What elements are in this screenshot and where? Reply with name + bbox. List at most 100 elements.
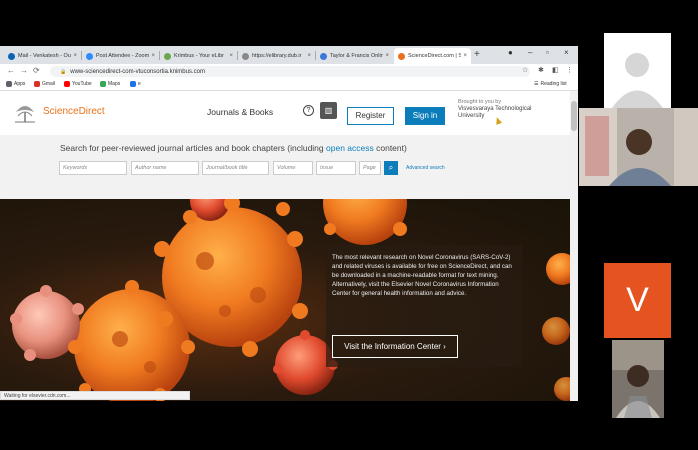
issue-input[interactable]: Issue [316, 161, 356, 175]
zoom-icon [86, 52, 93, 60]
close-icon[interactable]: × [385, 53, 389, 59]
tab-label: ScienceDirect.com | S [408, 53, 462, 59]
screen: Mail - Venkatesh - Ou × Post Attendee - … [0, 0, 698, 450]
apps-icon [6, 81, 12, 87]
visit-info-center-button[interactable]: Visit the Information Center › [332, 335, 458, 358]
sciencedirect-logo-text[interactable]: ScienceDirect [43, 106, 105, 117]
tab-elibrary[interactable]: https://elibrary.dub.ir × [238, 48, 315, 64]
search-heading-text-end: content) [373, 143, 407, 153]
youtube-icon [64, 81, 70, 87]
sciencedirect-icon [398, 52, 405, 60]
journal-title-input[interactable]: Journal/book title [202, 161, 269, 175]
tab-mail[interactable]: Mail - Venkatesh - Ou × [4, 48, 81, 64]
page-scrollbar[interactable] [570, 91, 578, 401]
tab-label: Post Attendee - Zoom [96, 53, 150, 59]
maps-icon [100, 81, 106, 87]
bookmark-label: YouTube [72, 81, 92, 87]
address-bar[interactable]: 🔒 www-sciencedirect-com-vtuconsortia.kni… [50, 66, 530, 77]
profile-icon[interactable]: ● [508, 48, 513, 57]
page-content: ScienceDirect Journals & Books ? ▥ Regis… [0, 91, 570, 401]
search-heading-text: Search for peer-reviewed journal article… [60, 143, 327, 153]
participant-tile-video-2[interactable] [612, 340, 664, 418]
tab-sciencedirect[interactable]: ScienceDirect.com | S × [394, 48, 471, 64]
search-button[interactable]: ⌕ [384, 161, 398, 175]
bookmark-youtube[interactable]: YouTube [64, 81, 92, 87]
advanced-search-link[interactable]: Advanced search [406, 165, 445, 171]
search-section: Search for peer-reviewed journal article… [0, 135, 570, 199]
tab-strip: Mail - Venkatesh - Ou × Post Attendee - … [0, 46, 578, 64]
participant-tile-video-1[interactable] [579, 108, 698, 186]
close-window-icon[interactable]: × [564, 48, 569, 57]
journals-books-link[interactable]: Journals & Books [207, 107, 273, 117]
keywords-input[interactable]: Keywords [59, 161, 127, 175]
tab-taylor-francis[interactable]: Taylor & Francis Onlin × [316, 48, 393, 64]
lock-icon: 🔒 [60, 68, 67, 75]
mail-icon [8, 52, 15, 60]
tab-label: Krimbus - Your eLibr [174, 53, 224, 59]
reading-list[interactable]: ☰ Reading list [534, 81, 567, 87]
reading-list-icon: ☰ [534, 81, 539, 87]
institution-icon[interactable]: ▥ [320, 102, 337, 119]
forward-icon[interactable]: → [20, 66, 28, 75]
browser-toolbar: ← → ⟳ 🔒 www-sciencedirect-com-vtuconsort… [0, 64, 578, 79]
participant-video [612, 340, 664, 418]
tab-knimbus[interactable]: Krimbus - Your eLibr × [160, 48, 237, 64]
bookmark-apps[interactable]: Apps [6, 81, 25, 87]
elsevier-logo-icon[interactable] [12, 100, 38, 124]
bookmark-label: e [138, 81, 141, 87]
signin-button[interactable]: Sign in [405, 107, 445, 125]
bookmark-label: Apps [14, 81, 26, 87]
author-input[interactable]: Author name [131, 161, 199, 175]
participant-tile-initial[interactable]: V [604, 263, 671, 338]
covid-info-paragraph-1: The most relevant research on Novel Coro… [332, 254, 512, 279]
scrollbar-thumb[interactable] [571, 101, 577, 131]
participant-video [579, 108, 698, 186]
e-icon [130, 81, 136, 87]
volume-input[interactable]: Volume [273, 161, 313, 175]
reload-icon[interactable]: ⟳ [33, 66, 40, 75]
taylor-francis-icon [320, 52, 327, 60]
tab-label: Mail - Venkatesh - Ou [18, 53, 71, 59]
tab-label: Taylor & Francis Onlin [330, 53, 384, 59]
gmail-icon [34, 81, 40, 87]
institution-name: Visvesvaraya Technological University [458, 105, 532, 119]
search-icon: ⌕ [388, 163, 394, 172]
help-icon[interactable]: ? [303, 105, 314, 116]
covid-info-paragraph-2: Alternatively, visit the Elsevier Novel … [332, 281, 499, 297]
browser-window: Mail - Venkatesh - Ou × Post Attendee - … [0, 46, 578, 401]
knimbus-icon [164, 52, 171, 60]
back-icon[interactable]: ← [7, 66, 15, 75]
close-icon[interactable]: × [73, 53, 77, 59]
close-icon[interactable]: × [307, 53, 311, 59]
tab-zoom[interactable]: Post Attendee - Zoom × [82, 48, 159, 64]
star-icon[interactable]: ☆ [522, 66, 528, 74]
bookmarks-bar: Apps Gmail YouTube Maps e ☰ Reading list [0, 79, 578, 91]
tab-label: https://elibrary.dub.ir [252, 53, 302, 59]
site-header: ScienceDirect Journals & Books ? ▥ Regis… [0, 91, 570, 135]
hero-banner: The most relevant research on Novel Coro… [0, 199, 570, 401]
extension-icon[interactable]: ✱ [538, 66, 544, 74]
participant-initial: V [626, 281, 649, 319]
bookmark-label: Maps [108, 81, 121, 87]
close-icon[interactable]: × [463, 53, 467, 59]
open-access-link[interactable]: open access [326, 143, 374, 153]
bookmark-label: Gmail [42, 81, 56, 87]
maximize-icon[interactable]: ▫ [546, 48, 549, 57]
close-icon[interactable]: × [229, 53, 233, 59]
page-input[interactable]: Page [359, 161, 381, 175]
bookmark-maps[interactable]: Maps [100, 81, 120, 87]
bookmark-e[interactable]: e [130, 81, 141, 87]
minimize-icon[interactable]: – [528, 48, 532, 57]
menu-icon[interactable]: ⋮ [566, 66, 573, 74]
close-icon[interactable]: × [151, 53, 155, 59]
covid-info-text: The most relevant research on Novel Coro… [332, 253, 516, 298]
new-tab-button[interactable]: + [474, 49, 480, 60]
avatar-placeholder-icon [604, 33, 671, 108]
puzzle-icon[interactable]: ◧ [552, 66, 559, 74]
loading-icon [242, 52, 249, 60]
register-button[interactable]: Register [347, 107, 394, 125]
participant-tile-no-video[interactable] [604, 33, 671, 108]
search-heading: Search for peer-reviewed journal article… [60, 143, 407, 153]
bookmark-gmail[interactable]: Gmail [34, 81, 55, 87]
status-bar: Waiting for elsevier.cdn.com... [0, 391, 190, 400]
